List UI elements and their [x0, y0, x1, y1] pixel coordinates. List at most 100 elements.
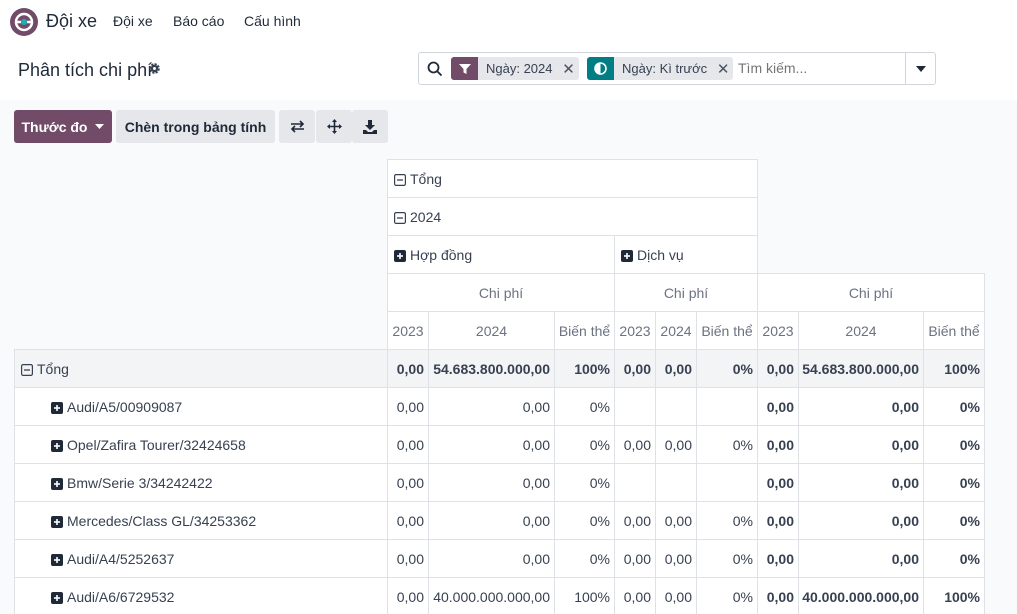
measure-header[interactable]: Chi phí: [387, 273, 615, 312]
flip-axis-icon[interactable]: [279, 110, 315, 143]
pivot-cell-variation[interactable]: 0%: [923, 463, 985, 502]
pivot-cell-variation[interactable]: 0%: [696, 501, 758, 540]
pivot-cell[interactable]: 0,00: [387, 501, 429, 540]
subcol-header[interactable]: 2023: [387, 311, 429, 350]
pivot-cell[interactable]: 0,00: [757, 463, 799, 502]
pivot-cell[interactable]: 0,00: [387, 425, 429, 464]
subcol-header[interactable]: 2024: [655, 311, 697, 350]
pivot-cell[interactable]: 0,00: [614, 577, 656, 614]
subcol-header[interactable]: Biến thể: [554, 311, 615, 350]
subcol-header[interactable]: 2024: [798, 311, 924, 350]
pivot-cell[interactable]: 0,00: [655, 539, 697, 578]
row-header[interactable]: Mercedes/Class GL/34253362: [14, 501, 388, 540]
search-icon[interactable]: [427, 61, 443, 80]
row-header[interactable]: Audi/A6/6729532: [14, 577, 388, 614]
insert-spreadsheet-button[interactable]: Chèn trong bảng tính: [116, 110, 275, 143]
pivot-cell[interactable]: 0,00: [757, 387, 799, 426]
pivot-cell-variation[interactable]: 100%: [554, 349, 615, 388]
pivot-cell-variation[interactable]: 0%: [554, 425, 615, 464]
pivot-cell[interactable]: 0,00: [387, 539, 429, 578]
pivot-cell[interactable]: 0,00: [757, 539, 799, 578]
row-header-total[interactable]: Tổng: [14, 349, 388, 388]
close-icon[interactable]: ✕: [713, 60, 733, 78]
pivot-cell[interactable]: [655, 387, 697, 426]
fleet-app-icon[interactable]: [10, 8, 38, 36]
row-header[interactable]: Audi/A4/5252637: [14, 539, 388, 578]
pivot-cell[interactable]: 0,00: [798, 501, 924, 540]
col-header-contract[interactable]: Hợp đồng: [387, 235, 615, 274]
pivot-cell[interactable]: 0,00: [614, 349, 656, 388]
pivot-cell-variation[interactable]: 0%: [696, 425, 758, 464]
pivot-cell[interactable]: 40.000.000.000,00: [428, 577, 555, 614]
pivot-cell-variation[interactable]: 0%: [923, 387, 985, 426]
pivot-cell[interactable]: 40.000.000.000,00: [798, 577, 924, 614]
pivot-cell[interactable]: 0,00: [655, 425, 697, 464]
subcol-header[interactable]: 2024: [428, 311, 555, 350]
search-options-toggle[interactable]: [905, 53, 935, 84]
row-header[interactable]: Opel/Zafira Tourer/32424658: [14, 425, 388, 464]
subcol-header[interactable]: Biến thể: [923, 311, 985, 350]
pivot-cell[interactable]: 0,00: [655, 349, 697, 388]
gear-icon[interactable]: [148, 62, 161, 78]
measure-header[interactable]: Chi phí: [757, 273, 985, 312]
pivot-cell[interactable]: 0,00: [798, 539, 924, 578]
pivot-cell-variation[interactable]: 0%: [923, 539, 985, 578]
measures-button[interactable]: Thước đo: [14, 110, 112, 143]
pivot-cell-variation[interactable]: 100%: [923, 349, 985, 388]
pivot-cell[interactable]: 0,00: [798, 463, 924, 502]
pivot-cell[interactable]: [614, 463, 656, 502]
pivot-cell[interactable]: 0,00: [428, 425, 555, 464]
pivot-cell[interactable]: [614, 387, 656, 426]
pivot-cell[interactable]: 54.683.800.000,00: [428, 349, 555, 388]
pivot-cell[interactable]: 54.683.800.000,00: [798, 349, 924, 388]
pivot-cell[interactable]: 0,00: [428, 387, 555, 426]
measure-header[interactable]: Chi phí: [614, 273, 758, 312]
pivot-cell-variation[interactable]: 0%: [554, 387, 615, 426]
pivot-cell-variation[interactable]: 0%: [554, 501, 615, 540]
menu-item-fleet[interactable]: Đội xe: [113, 13, 153, 29]
col-header-year[interactable]: 2024: [387, 197, 758, 236]
menu-item-config[interactable]: Cấu hình: [244, 13, 301, 29]
app-name[interactable]: Đội xe: [46, 11, 97, 32]
pivot-cell[interactable]: 0,00: [655, 577, 697, 614]
row-header[interactable]: Bmw/Serie 3/34242422: [14, 463, 388, 502]
pivot-cell[interactable]: 0,00: [614, 501, 656, 540]
pivot-cell[interactable]: 0,00: [428, 539, 555, 578]
pivot-cell-variation[interactable]: [696, 463, 758, 502]
pivot-cell[interactable]: 0,00: [655, 501, 697, 540]
subcol-header[interactable]: Biến thể: [696, 311, 758, 350]
pivot-cell[interactable]: 0,00: [757, 577, 799, 614]
pivot-cell[interactable]: 0,00: [798, 387, 924, 426]
pivot-cell[interactable]: 0,00: [428, 501, 555, 540]
pivot-cell[interactable]: 0,00: [614, 425, 656, 464]
pivot-cell[interactable]: 0,00: [387, 463, 429, 502]
download-icon[interactable]: [352, 110, 388, 143]
subcol-header[interactable]: 2023: [757, 311, 799, 350]
pivot-cell-variation[interactable]: 0%: [696, 349, 758, 388]
pivot-cell[interactable]: 0,00: [757, 501, 799, 540]
pivot-cell-variation[interactable]: 100%: [923, 577, 985, 614]
pivot-cell[interactable]: 0,00: [798, 425, 924, 464]
col-header-service[interactable]: Dịch vụ: [614, 235, 758, 274]
pivot-cell[interactable]: 0,00: [614, 539, 656, 578]
expand-all-icon[interactable]: [316, 110, 352, 143]
pivot-cell[interactable]: 0,00: [428, 463, 555, 502]
pivot-cell-variation[interactable]: 100%: [554, 577, 615, 614]
menu-item-reports[interactable]: Báo cáo: [173, 13, 224, 29]
row-header[interactable]: Audi/A5/00909087: [14, 387, 388, 426]
pivot-cell[interactable]: [655, 463, 697, 502]
pivot-cell-variation[interactable]: 0%: [923, 501, 985, 540]
pivot-cell-variation[interactable]: 0%: [554, 463, 615, 502]
pivot-cell[interactable]: 0,00: [387, 349, 429, 388]
pivot-cell-variation[interactable]: 0%: [554, 539, 615, 578]
search-input[interactable]: [738, 60, 898, 76]
pivot-cell[interactable]: 0,00: [387, 577, 429, 614]
close-icon[interactable]: ✕: [559, 60, 579, 78]
pivot-cell-variation[interactable]: 0%: [696, 577, 758, 614]
subcol-header[interactable]: 2023: [614, 311, 656, 350]
pivot-cell[interactable]: 0,00: [387, 387, 429, 426]
pivot-cell-variation[interactable]: [696, 387, 758, 426]
pivot-cell[interactable]: 0,00: [757, 349, 799, 388]
pivot-cell[interactable]: 0,00: [757, 425, 799, 464]
pivot-cell-variation[interactable]: 0%: [696, 539, 758, 578]
